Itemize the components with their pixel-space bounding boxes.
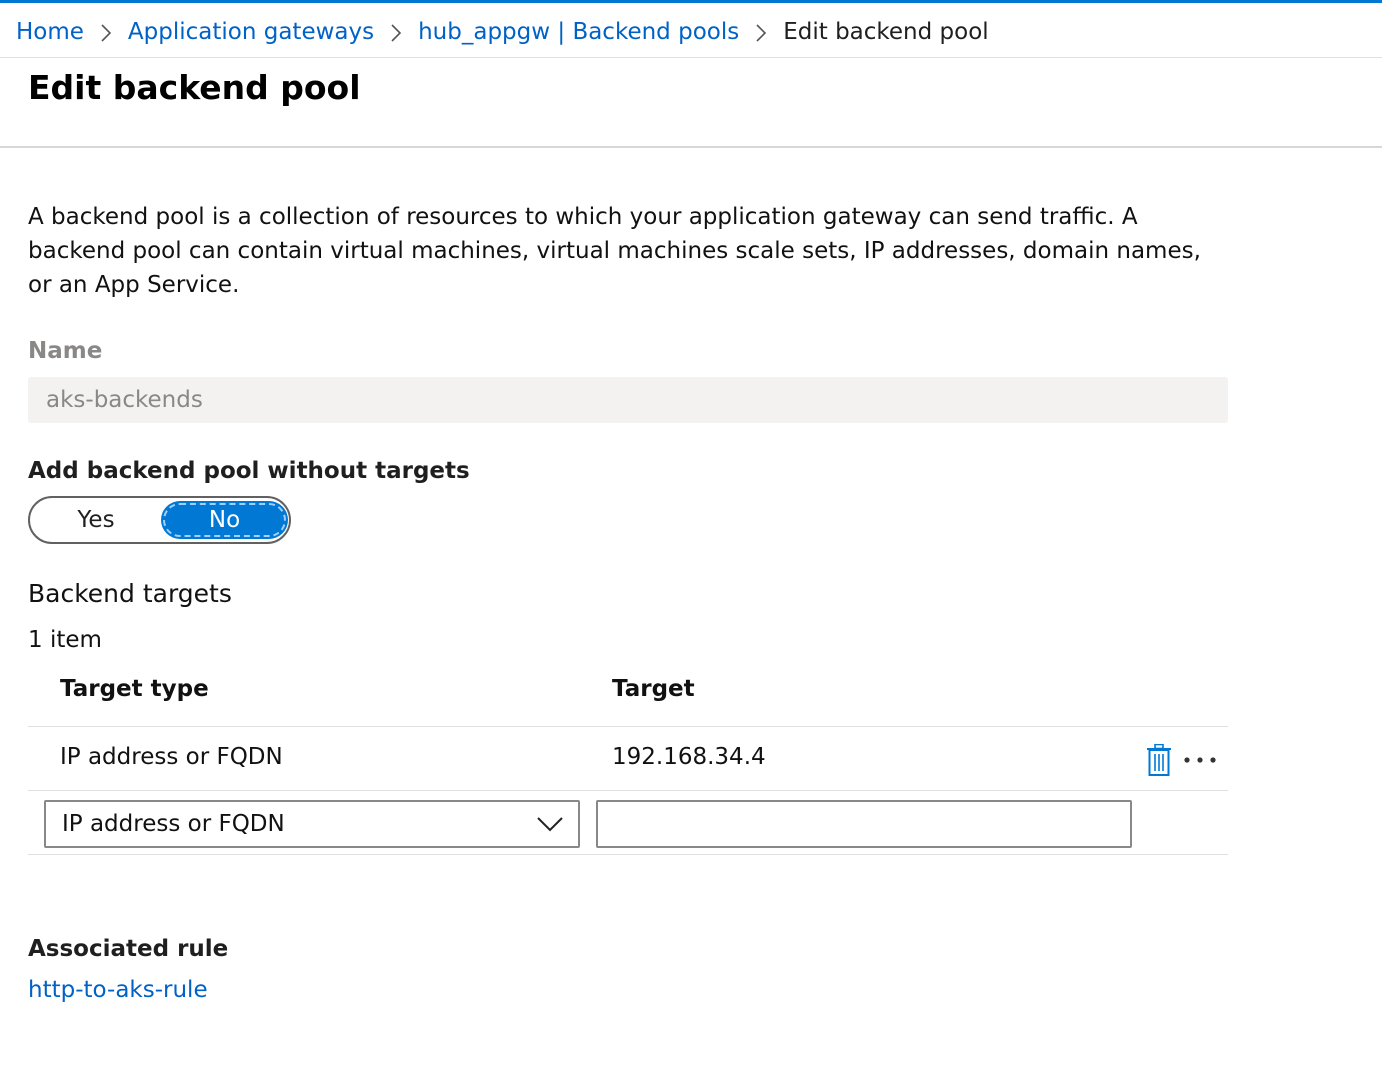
- without-targets-label: Add backend pool without targets: [28, 458, 470, 484]
- breadcrumb-current: Edit backend pool: [783, 19, 989, 45]
- toggle-option-no[interactable]: No: [161, 501, 288, 539]
- breadcrumb-home[interactable]: Home: [16, 19, 84, 45]
- breadcrumb-divider: [0, 57, 1382, 58]
- name-input[interactable]: [28, 377, 1228, 423]
- row-divider-bottom: [28, 854, 1228, 855]
- chevron-right-icon: [374, 20, 418, 44]
- chevron-down-icon: [536, 816, 564, 836]
- header-divider: [0, 146, 1382, 148]
- target-input[interactable]: [596, 800, 1132, 848]
- breadcrumb-application-gateways[interactable]: Application gateways: [128, 19, 374, 45]
- associated-rule-link[interactable]: http-to-aks-rule: [28, 977, 208, 1003]
- trash-icon[interactable]: [1146, 743, 1172, 776]
- associated-rule-label: Associated rule: [28, 936, 229, 962]
- target-type-dropdown[interactable]: IP address or FQDN: [44, 800, 580, 848]
- chevron-right-icon: [84, 20, 128, 44]
- column-header-target: Target: [612, 676, 695, 702]
- target-type-selected: IP address or FQDN: [62, 811, 285, 837]
- page-title: Edit backend pool: [28, 68, 361, 107]
- item-count: 1 item: [28, 627, 102, 653]
- row-target-type: IP address or FQDN: [60, 744, 283, 770]
- row-target: 192.168.34.4: [612, 744, 766, 770]
- column-header-target-type: Target type: [60, 676, 209, 702]
- breadcrumb-backend-pools[interactable]: hub_appgw | Backend pools: [418, 19, 739, 45]
- edit-backend-pool-page: Home Application gateways hub_appgw | Ba…: [0, 0, 1382, 1086]
- page-description: A backend pool is a collection of resour…: [28, 204, 1201, 298]
- breadcrumb: Home Application gateways hub_appgw | Ba…: [16, 15, 989, 49]
- more-icon[interactable]: [1180, 748, 1220, 772]
- chevron-right-icon: [739, 20, 783, 44]
- top-accent-line: [0, 0, 1382, 3]
- table-header-divider: [28, 726, 1228, 727]
- backend-targets-title: Backend targets: [28, 579, 232, 608]
- name-label: Name: [28, 338, 103, 364]
- row-divider: [28, 790, 1228, 791]
- toggle-option-yes[interactable]: Yes: [30, 498, 162, 542]
- without-targets-toggle[interactable]: Yes No: [28, 496, 291, 544]
